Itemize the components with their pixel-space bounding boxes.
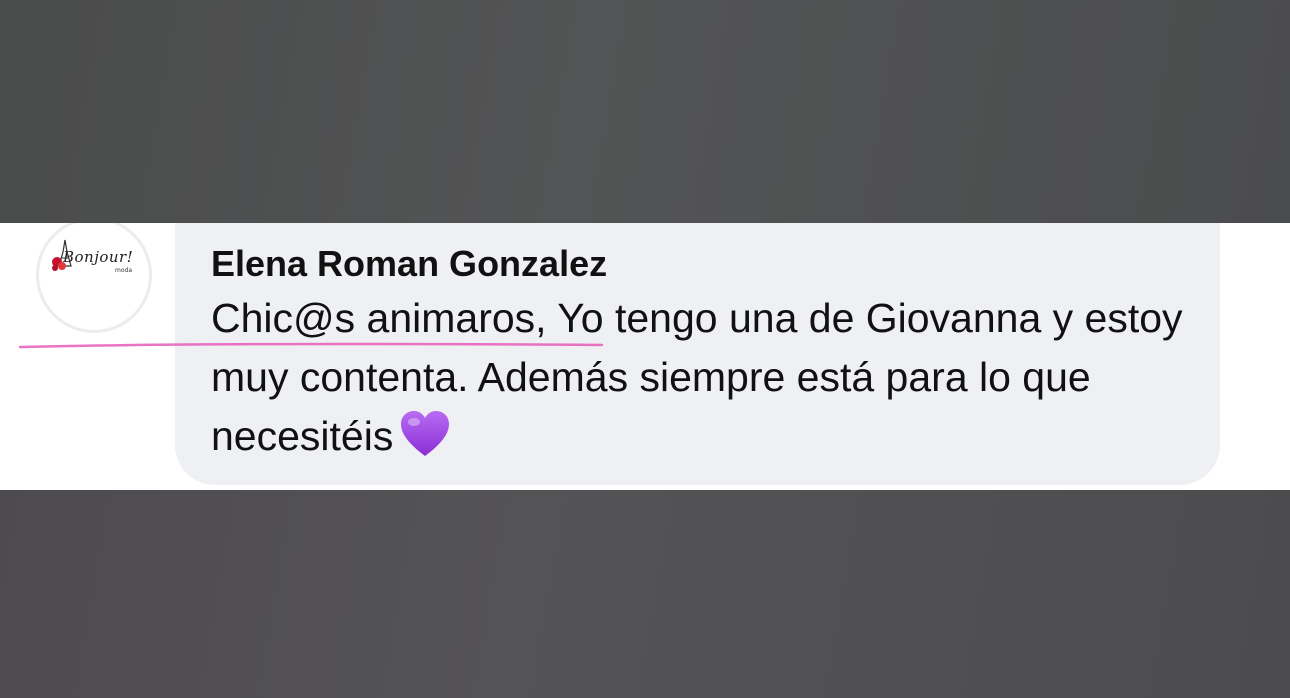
comment-strip: Bonjour! moda Elena Roman Gonzalez Chic@… bbox=[0, 223, 1290, 490]
comment-text: Chic@s animaros, Yo tengo una de Giovann… bbox=[211, 289, 1206, 466]
purple-heart-icon bbox=[401, 411, 450, 456]
brand-logo: Bonjour! moda bbox=[49, 238, 149, 288]
background-bottom bbox=[0, 490, 1290, 698]
background-top bbox=[0, 0, 1290, 223]
comment-author[interactable]: Elena Roman Gonzalez bbox=[211, 243, 607, 285]
comment-body: Chic@s animaros, Yo tengo una de Giovann… bbox=[211, 295, 1183, 459]
avatar[interactable]: Bonjour! moda bbox=[36, 223, 152, 333]
logo-text: Bonjour! bbox=[63, 248, 134, 266]
logo-subtext: moda bbox=[115, 267, 133, 274]
